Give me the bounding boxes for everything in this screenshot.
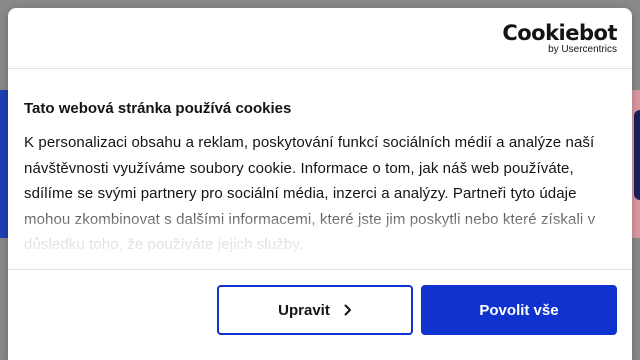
chevron-right-icon [344, 304, 352, 316]
background-banner-left [0, 90, 8, 238]
logo-brand: Cookiebot [502, 21, 617, 45]
customize-button-label: Upravit [278, 301, 330, 319]
dialog-title: Tato webová stránka používá cookies [24, 100, 292, 117]
dialog-body-text: K personalizaci obsahu a reklam, poskyto… [24, 134, 596, 253]
background-banner-right [632, 90, 640, 238]
footer-divider [8, 269, 632, 270]
allow-all-button[interactable]: Povolit vše [421, 285, 617, 335]
allow-all-button-label: Povolit vše [479, 301, 559, 319]
cookiebot-logo: Cookiebot by Usercentrics [502, 22, 617, 56]
logo-subtitle: by Usercentrics [548, 44, 617, 55]
cookie-consent-dialog: Cookiebot by Usercentrics Tato webová st… [8, 8, 632, 360]
dialog-content: Tato webová stránka používá cookies K pe… [24, 100, 620, 258]
dialog-header: Cookiebot by Usercentrics [8, 8, 632, 69]
customize-button[interactable]: Upravit [217, 285, 413, 335]
